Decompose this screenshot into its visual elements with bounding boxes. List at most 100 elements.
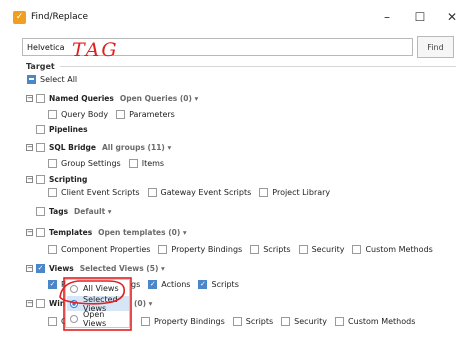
popup-option-open-views[interactable]: Open Views — [67, 309, 129, 328]
actions-checkbox[interactable]: ✓ — [148, 279, 158, 289]
security-checkbox[interactable] — [298, 244, 308, 254]
parameters-label: Parameters — [129, 109, 175, 119]
group-settings-checkbox[interactable] — [48, 158, 57, 168]
maximize-icon[interactable]: ☐ — [408, 9, 432, 25]
window-title: Find/Replace — [31, 12, 89, 22]
views-checkbox[interactable]: ✓ — [36, 263, 45, 273]
named-queries-checkbox[interactable] — [36, 93, 45, 103]
query-body-checkbox[interactable] — [48, 109, 57, 119]
collapse-icon[interactable]: − — [26, 94, 33, 102]
gateway-event-scripts-checkbox[interactable] — [147, 187, 157, 197]
gateway-event-scripts-label: Gateway Event Scripts — [160, 187, 252, 197]
sql-bridge-dropdown[interactable]: All groups (11) ▾ — [102, 143, 171, 152]
sql-bridge-checkbox[interactable] — [36, 142, 45, 152]
group-settings-label: Group Settings — [61, 158, 121, 168]
select-all-row[interactable]: Select All — [27, 73, 77, 85]
select-all-checkbox[interactable] — [27, 74, 36, 84]
scripting-label: Scripting — [49, 174, 88, 184]
minimize-icon[interactable]: – — [375, 9, 399, 25]
win-custom-methods-checkbox[interactable] — [335, 316, 345, 326]
view-scripts-checkbox[interactable]: ✓ — [198, 279, 208, 289]
target-section-label: Target — [26, 62, 58, 71]
named-queries-label: Named Queries — [49, 93, 114, 103]
find-button[interactable]: Find — [417, 36, 454, 58]
win-property-bindings-checkbox[interactable] — [141, 316, 150, 326]
scripting-children: Client Event Scripts Gateway Event Scrip… — [48, 186, 330, 198]
pipelines-row[interactable]: Pipelines — [36, 123, 88, 135]
views-row[interactable]: − ✓ Views Selected Views (5) ▾ — [26, 262, 165, 274]
items-checkbox[interactable] — [128, 158, 138, 168]
collapse-icon[interactable]: − — [26, 228, 33, 236]
views-dropdown-popup: All Views Selected Views Open Views — [65, 279, 130, 328]
pipelines-checkbox[interactable] — [36, 124, 45, 134]
collapse-icon[interactable]: − — [26, 299, 33, 307]
tags-row[interactable]: Tags Default ▾ — [36, 205, 112, 217]
windows-dropdown[interactable]: (0) ▾ — [134, 299, 152, 308]
app-check-icon: ✓ — [13, 11, 26, 24]
windows-checkbox[interactable] — [36, 298, 45, 308]
windows-children: C — [48, 315, 67, 327]
templates-children: Component Properties Property Bindings S… — [48, 243, 433, 255]
tags-label: Tags — [49, 206, 69, 216]
view-scripts-label: Scripts — [211, 279, 239, 289]
project-library-label: Project Library — [272, 187, 331, 197]
views-dropdown[interactable]: Selected Views (5) ▾ — [80, 264, 165, 273]
custom-methods-label: Custom Methods — [365, 244, 433, 254]
tags-checkbox[interactable] — [36, 206, 45, 216]
windows-children-right: Property Bindings Scripts Security Custo… — [141, 315, 415, 327]
sql-bridge-label: SQL Bridge — [49, 142, 96, 152]
items-label: Items — [141, 158, 165, 168]
named-queries-row[interactable]: − Named Queries Open Queries (0) ▾ — [26, 92, 198, 104]
radio-icon[interactable] — [70, 314, 78, 323]
windows-child-checkbox[interactable] — [48, 316, 57, 326]
collapse-icon[interactable]: − — [26, 264, 33, 272]
views-child-checkbox[interactable]: ✓ — [48, 279, 57, 289]
custom-methods-checkbox[interactable] — [352, 244, 362, 254]
win-security-checkbox[interactable] — [281, 316, 291, 326]
popup-option-label: Open Views — [83, 309, 107, 328]
property-bindings-checkbox[interactable] — [158, 244, 168, 254]
scripting-checkbox[interactable] — [36, 174, 45, 184]
sql-bridge-children: Group Settings Items — [48, 157, 164, 169]
close-icon[interactable]: ✕ — [440, 9, 464, 25]
windows-dropdown-row[interactable]: (0) ▾ — [134, 297, 152, 309]
scripting-row[interactable]: − Scripting — [26, 173, 87, 185]
sql-bridge-row[interactable]: − SQL Bridge All groups (11) ▾ — [26, 141, 171, 153]
views-child-label: gs — [131, 279, 141, 289]
win-scripts-checkbox[interactable] — [232, 316, 242, 326]
named-queries-dropdown[interactable]: Open Queries (0) ▾ — [120, 94, 198, 103]
collapse-icon[interactable]: − — [26, 175, 33, 183]
views-label: Views — [49, 263, 74, 273]
views-children-right: gs ✓ Actions ✓ Scripts — [131, 278, 239, 290]
target-divider — [60, 66, 456, 67]
win-custom-methods-label: Custom Methods — [348, 316, 416, 326]
select-all-label: Select All — [40, 74, 78, 84]
templates-checkbox[interactable] — [36, 227, 45, 237]
templates-row[interactable]: − Templates Open templates (0) ▾ — [26, 226, 187, 238]
win-security-label: Security — [294, 316, 328, 326]
win-scripts-label: Scripts — [245, 316, 274, 326]
scripts-label: Scripts — [263, 244, 291, 254]
templates-label: Templates — [49, 227, 93, 237]
parameters-checkbox[interactable] — [116, 109, 126, 119]
title-bar: ✓ Find/Replace – ☐ ✕ — [0, 0, 474, 34]
property-bindings-label: Property Bindings — [171, 244, 243, 254]
radio-icon[interactable] — [70, 284, 78, 293]
actions-label: Actions — [161, 279, 191, 289]
component-properties-checkbox[interactable] — [48, 244, 57, 254]
pipelines-label: Pipelines — [49, 124, 88, 134]
tags-dropdown[interactable]: Default ▾ — [74, 207, 112, 216]
search-input[interactable] — [22, 38, 413, 56]
query-body-label: Query Body — [61, 109, 109, 119]
collapse-icon[interactable]: − — [26, 143, 33, 151]
component-properties-label: Component Properties — [61, 244, 151, 254]
radio-selected-icon[interactable] — [70, 299, 78, 308]
client-event-scripts-checkbox[interactable] — [48, 187, 57, 197]
templates-dropdown[interactable]: Open templates (0) ▾ — [98, 228, 186, 237]
security-label: Security — [311, 244, 345, 254]
scripts-checkbox[interactable] — [250, 244, 260, 254]
named-queries-children: Query Body Parameters — [48, 108, 175, 120]
views-children: ✓ P — [48, 278, 66, 290]
project-library-checkbox[interactable] — [259, 187, 269, 197]
popup-option-label: All Views — [83, 284, 119, 293]
